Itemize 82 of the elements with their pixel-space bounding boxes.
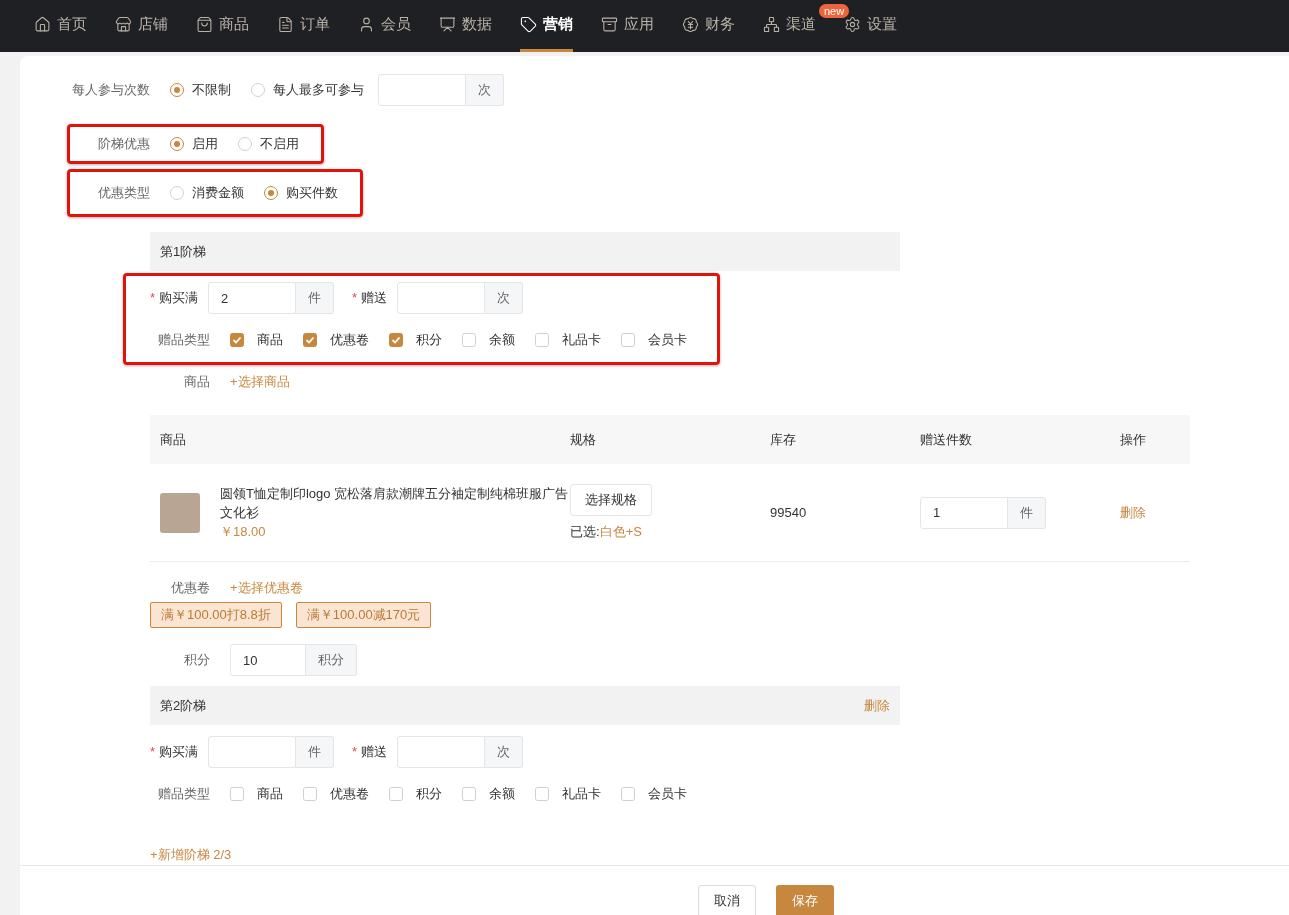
radio-option[interactable]: 购买件数 (264, 183, 338, 203)
input-field[interactable] (208, 736, 297, 768)
field-label: * 购买满 (150, 289, 199, 308)
column-header: 库存 (770, 430, 797, 449)
radio-option[interactable]: 启用 (170, 134, 218, 154)
checkbox-option[interactable]: 优惠卷 (303, 330, 369, 350)
archive-icon (601, 16, 618, 33)
input-field[interactable] (378, 74, 466, 106)
checkbox-option[interactable]: 余额 (462, 784, 515, 804)
nav-tab[interactable]: 营销 (520, 0, 573, 52)
document-icon (277, 16, 294, 33)
column-header: 商品 (160, 430, 187, 449)
radio-option[interactable]: 消费金额 (170, 183, 244, 203)
input-field[interactable] (397, 736, 486, 768)
chart-board-icon (439, 16, 456, 33)
nav-tab[interactable]: 店铺 (115, 0, 168, 52)
checkbox-option[interactable]: 礼品卡 (535, 330, 601, 350)
bag-icon (196, 16, 213, 33)
coupon-tag: 满￥100.00减170元 (295, 602, 432, 628)
nav-tab[interactable]: 渠道 (763, 0, 816, 52)
radio-option[interactable]: 不限制 (170, 80, 231, 100)
yen-icon (682, 16, 699, 33)
input-field[interactable] (397, 282, 486, 314)
field-label: * 赠送 (352, 743, 388, 762)
column-header: 赠送件数 (920, 430, 973, 449)
field-label: 优惠卷 (170, 579, 210, 598)
column-header: 规格 (570, 430, 597, 449)
unit-addon: 次 (466, 74, 504, 106)
select-spec-button[interactable]: 选择规格 (570, 483, 652, 516)
photo-placeholder (160, 492, 200, 533)
stock-value: 99540 (770, 503, 808, 522)
nav-tab[interactable]: 数据 (439, 0, 492, 52)
user-icon (358, 16, 375, 33)
unit-addon: 件 (296, 282, 335, 314)
field-label: 每人参与次数 (71, 81, 150, 100)
field-label: 优惠类型 (97, 184, 150, 203)
selected-spec: 已选:白色+S (570, 522, 642, 541)
nav-tab[interactable]: 应用 (601, 0, 654, 52)
product-name: 圆领T恤定制印logo 宽松落肩款潮牌五分袖定制纯棉班服广告文化衫 (220, 484, 570, 522)
nav-tab[interactable]: 财务 (682, 0, 735, 52)
radio-option[interactable]: 不启用 (238, 134, 299, 154)
unit-addon: 次 (485, 282, 524, 314)
unit-addon: 积分 (306, 644, 357, 676)
checkbox-option[interactable]: 优惠卷 (303, 784, 369, 804)
checkbox-option[interactable]: 积分 (389, 784, 442, 804)
tag-icon (520, 16, 537, 33)
unit-addon: 件 (1008, 496, 1046, 529)
nav-tab[interactable]: 商品 (196, 0, 249, 52)
network-icon (763, 16, 780, 33)
input-field[interactable]: 2 (208, 282, 297, 314)
field-label: 商品 (183, 373, 210, 392)
checkbox-option[interactable]: 会员卡 (621, 784, 687, 804)
home-icon (34, 16, 51, 33)
checkbox-option[interactable]: 积分 (389, 330, 442, 350)
checkbox-option[interactable]: 商品 (230, 330, 283, 350)
nav-tab[interactable]: 首页 (34, 0, 87, 52)
input-field[interactable]: 10 (230, 644, 306, 676)
checkbox-option[interactable]: 会员卡 (621, 330, 687, 350)
tier-title: 第1阶梯 (160, 242, 207, 261)
field-label: 赠品类型 (157, 331, 210, 350)
column-header: 操作 (1120, 430, 1147, 449)
field-label: * 购买满 (150, 743, 199, 762)
checkbox-option[interactable]: 礼品卡 (535, 784, 601, 804)
field-label: * 赠送 (352, 289, 388, 308)
coupon-tag: 满￥100.00打8.8折 (150, 602, 282, 628)
nav-tab[interactable]: 会员 (358, 0, 411, 52)
checkbox-option[interactable]: 商品 (230, 784, 283, 804)
radio-option[interactable]: 每人最多可参与 (251, 80, 364, 100)
field-label: 阶梯优惠 (97, 135, 150, 154)
cancel-button[interactable]: 取消 (697, 884, 756, 915)
store-icon (115, 16, 132, 33)
nav-tab[interactable]: 订单 (277, 0, 330, 52)
field-label: 赠品类型 (157, 785, 210, 804)
unit-addon: 次 (485, 736, 524, 768)
tier-title: 第2阶梯 (160, 696, 207, 715)
checkbox-option[interactable]: 余额 (462, 330, 515, 350)
new-badge: new (819, 4, 850, 18)
unit-addon: 件 (296, 736, 335, 768)
product-price: ￥18.00 (220, 522, 267, 541)
input-field[interactable]: 1 (920, 496, 1008, 529)
field-label: 积分 (183, 651, 210, 670)
settings-icon (844, 16, 861, 33)
